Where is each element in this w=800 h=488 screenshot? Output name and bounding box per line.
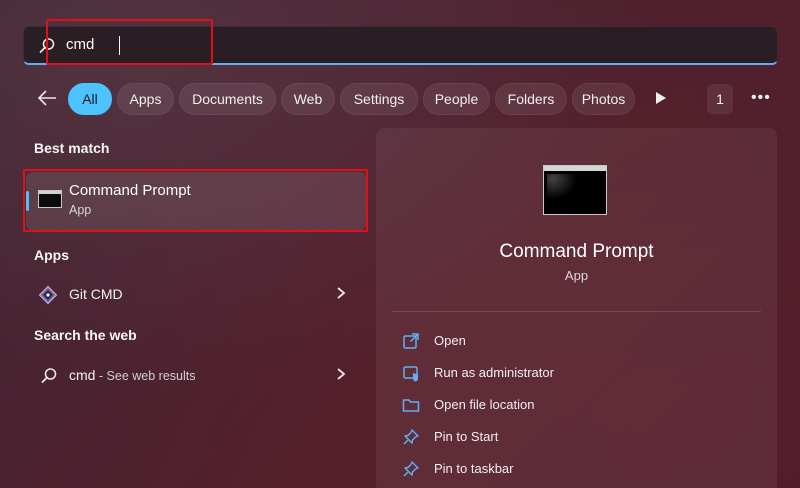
action-label: Pin to Start [434,429,499,444]
action-open-file-location[interactable]: Open file location [402,392,762,418]
command-prompt-icon [38,190,62,208]
search-bar[interactable] [23,26,778,65]
folder-icon [402,399,420,412]
selection-indicator [26,191,29,211]
command-prompt-icon [543,165,607,215]
action-label: Open [434,333,466,348]
search-icon [41,368,57,383]
pin-icon [403,429,419,445]
detail-panel: Command Prompt App Open Run as administr… [376,128,777,488]
action-label: Pin to taskbar [434,461,514,476]
filter-apps[interactable]: Apps [117,83,174,115]
filter-web[interactable]: Web [281,83,335,115]
list-item-web-search[interactable]: cmd - See web results [26,358,366,394]
filter-photos[interactable]: Photos [572,83,635,115]
filter-row: All Apps Documents Web Settings People F… [0,81,800,115]
action-run-as-administrator[interactable]: Run as administrator [402,360,762,386]
best-match-title: Command Prompt [69,182,191,199]
section-best-match: Best match [34,140,110,156]
web-search-suffix: - See web results [95,369,196,383]
divider [392,311,761,312]
web-search-query: cmd [69,367,96,383]
action-open[interactable]: Open [402,328,762,354]
action-pin-to-start[interactable]: Pin to Start [402,424,762,450]
best-match-subtitle: App [69,203,92,217]
best-match-item[interactable]: Command Prompt App [26,172,366,230]
result-count-badge[interactable]: 1 [707,84,733,114]
list-item-git-cmd[interactable]: Git CMD [26,277,366,313]
filter-all[interactable]: All [68,83,112,115]
filter-people[interactable]: People [423,83,490,115]
section-apps: Apps [34,247,69,263]
action-label: Open file location [434,397,535,412]
section-search-web: Search the web [34,327,137,343]
play-icon[interactable] [655,91,667,105]
filter-documents[interactable]: Documents [179,83,276,115]
search-icon [39,38,55,53]
action-label: Run as administrator [434,365,554,380]
shield-icon [403,366,418,382]
pin-icon [403,461,419,477]
action-pin-to-taskbar[interactable]: Pin to taskbar [402,456,762,482]
detail-title: Command Prompt [499,241,654,262]
list-item-label: Git CMD [69,286,123,302]
more-options-icon[interactable]: ••• [751,89,771,107]
web-search-label: cmd - See web results [69,367,196,383]
detail-subtitle: App [564,268,589,283]
text-caret [119,36,120,55]
git-icon [38,285,58,305]
filter-settings[interactable]: Settings [340,83,418,115]
search-input[interactable] [66,36,366,53]
chevron-right-icon[interactable] [336,367,346,381]
open-icon [403,333,419,349]
back-arrow-icon[interactable] [36,88,58,108]
chevron-right-icon[interactable] [336,286,346,300]
filter-folders[interactable]: Folders [495,83,567,115]
